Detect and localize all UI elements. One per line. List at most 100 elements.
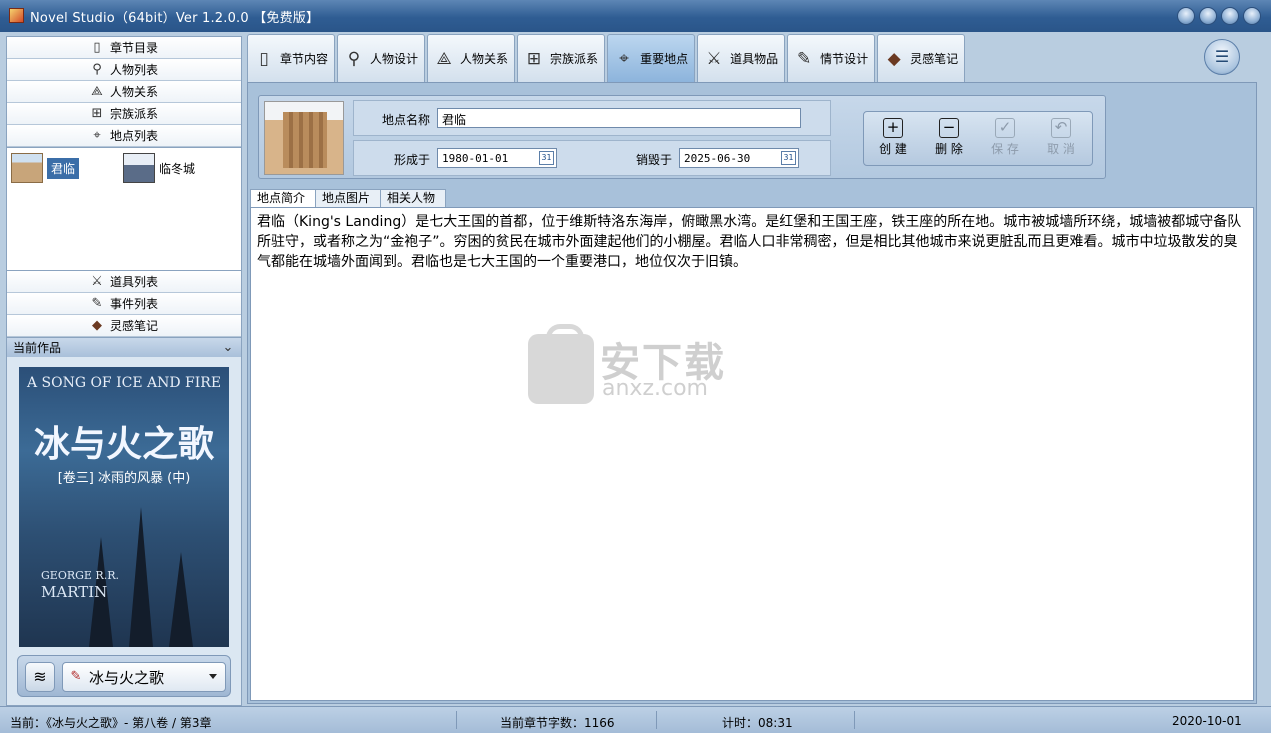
tab-label: 人物关系: [460, 52, 509, 66]
sidebar-item-label: 事件列表: [109, 297, 158, 311]
subtab-location-intro[interactable]: 地点简介: [250, 189, 317, 207]
relation-icon: ⟁: [91, 83, 103, 99]
tab-label: 章节内容: [280, 52, 329, 66]
work-selector-bar: ≋ ✎ 冰与火之歌: [17, 655, 231, 697]
tab-label: 人物设计: [370, 52, 419, 66]
calendar-icon[interactable]: 31: [539, 151, 554, 165]
destroyed-date-input[interactable]: 2025-06-30 31: [679, 148, 799, 168]
create-button[interactable]: + 创 建: [868, 118, 918, 157]
document-icon: ▯: [259, 48, 269, 69]
save-label: 保 存: [991, 142, 1019, 156]
book-cover: A SONG OF ICE AND FIRE 冰与火之歌 [卷三] 冰雨的风暴 …: [19, 367, 229, 647]
location-description-editor[interactable]: 君临（King's Landing）是七大王国的首都，位于维斯特洛东海岸，俯瞰黑…: [250, 207, 1254, 701]
hierarchy-icon: ⊞: [91, 105, 103, 121]
formed-date-label: 形成于: [394, 153, 431, 167]
action-toolbar: + 创 建 − 删 除 ✓ 保 存 ↶ 取 消: [863, 111, 1093, 166]
sidebar-item-relations[interactable]: ⟁ 人物关系: [7, 81, 241, 103]
cover-subtitle: [卷三] 冰雨的风暴 (中): [57, 471, 191, 486]
sidebar-item-events[interactable]: ✎ 事件列表: [7, 293, 241, 315]
save-button[interactable]: ✓ 保 存: [980, 118, 1030, 157]
tab-character-relations[interactable]: ⟁ 人物关系: [427, 34, 516, 82]
maximize-button[interactable]: [1221, 7, 1239, 25]
chevron-down-icon[interactable]: ⌄: [221, 340, 235, 355]
sidebar-item-label: 宗族派系: [109, 107, 158, 121]
status-divider: [656, 711, 657, 729]
status-current-chapter: 当前：《冰与火之歌》- 第八卷 / 第3章: [10, 716, 212, 730]
status-bar: 当前：《冰与火之歌》- 第八卷 / 第3章 当前章节字数：1166 计时：08:…: [0, 706, 1271, 733]
tab-label: 道具物品: [730, 52, 779, 66]
formed-date-input[interactable]: 1980-01-01 31: [437, 148, 557, 168]
edit-icon: ✎: [796, 48, 812, 69]
sidebar-item-factions[interactable]: ⊞ 宗族派系: [7, 103, 241, 125]
tab-chapter-content[interactable]: ▯ 章节内容: [247, 34, 336, 82]
location-name-label: 地点名称: [382, 113, 431, 127]
list-item-winterfell[interactable]: 临冬城: [123, 152, 195, 184]
notebook-icon: ◆: [91, 317, 102, 333]
current-work-header[interactable]: 当前作品 ⌄: [7, 337, 241, 357]
sidebar-item-locations[interactable]: ⌖ 地点列表: [7, 125, 241, 147]
close-button[interactable]: [1243, 7, 1261, 25]
location-name-input[interactable]: 君临: [437, 108, 801, 128]
main-panel: 地点名称 君临 形成于 1980-01-01 31 销毁于 2025-06-30…: [247, 82, 1257, 704]
main-tabs: ▯ 章节内容 ⚲ 人物设计 ⟁ 人物关系 ⊞ 宗族派系 ⌖ 重要地点 ⚔ 道具物…: [247, 34, 966, 82]
location-thumbnail: [11, 153, 43, 183]
app-logo-icon: [9, 8, 24, 23]
sidebar-item-label: 人物关系: [109, 85, 158, 99]
sidebar-item-chapters[interactable]: ▯ 章节目录: [7, 37, 241, 59]
location-pin-icon: ⌖: [619, 48, 629, 69]
sidebar-item-characters[interactable]: ⚲ 人物列表: [7, 59, 241, 81]
sidebar-item-items[interactable]: ⚔ 道具列表: [7, 271, 241, 293]
tab-label: 宗族派系: [550, 52, 599, 66]
title-bar: Novel Studio（64bit）Ver 1.2.0.0 【免费版】: [0, 0, 1271, 32]
tab-character-design[interactable]: ⚲ 人物设计: [337, 34, 426, 82]
current-work-label: 当前作品: [13, 341, 62, 355]
status-divider: [854, 711, 855, 729]
edit-icon: ✎: [70, 669, 82, 684]
sidebar-item-notes[interactable]: ◆ 灵感笔记: [7, 315, 241, 337]
menu-list-icon: ☰: [1214, 47, 1230, 66]
minus-icon: −: [939, 118, 959, 138]
name-field-group: 地点名称 君临: [353, 100, 831, 136]
location-form: 地点名称 君临 形成于 1980-01-01 31 销毁于 2025-06-30…: [258, 95, 1106, 179]
cover-series-title: A SONG OF ICE AND FIRE: [26, 375, 222, 391]
destroyed-date-label: 销毁于: [636, 153, 673, 167]
document-icon: ▯: [93, 39, 101, 55]
watermark-url: anxz.com: [602, 376, 708, 401]
minimize-button[interactable]: [1199, 7, 1217, 25]
tab-items[interactable]: ⚔ 道具物品: [697, 34, 786, 82]
subtab-related-characters[interactable]: 相关人物: [380, 189, 447, 207]
sidebar: ▯ 章节目录 ⚲ 人物列表 ⟁ 人物关系 ⊞ 宗族派系 ⌖ 地点列表 君临 临冬…: [6, 36, 242, 706]
layers-button[interactable]: ≋: [25, 662, 55, 692]
subtab-location-images[interactable]: 地点图片: [315, 189, 382, 207]
detail-subtabs: 地点简介 地点图片 相关人物: [250, 189, 447, 207]
status-word-count: 当前章节字数：1166: [500, 716, 615, 730]
calendar-icon[interactable]: 31: [781, 151, 796, 165]
hierarchy-icon: ⊞: [526, 48, 542, 69]
tab-label: 灵感笔记: [910, 52, 959, 66]
tab-important-locations[interactable]: ⌖ 重要地点: [607, 34, 696, 82]
tab-plot-design[interactable]: ✎ 情节设计: [787, 34, 876, 82]
date-field-group: 形成于 1980-01-01 31 销毁于 2025-06-30 31: [353, 140, 831, 176]
window-title: Novel Studio（64bit）Ver 1.2.0.0 【免费版】: [30, 11, 320, 26]
status-timer: 计时：08:31: [722, 716, 793, 730]
create-label: 创 建: [879, 142, 907, 156]
cover-art: [169, 552, 193, 647]
list-item-kings-landing[interactable]: 君临: [11, 152, 80, 184]
delete-button[interactable]: − 删 除: [924, 118, 974, 157]
work-select[interactable]: ✎ 冰与火之歌: [62, 662, 226, 692]
undo-icon: ↶: [1051, 118, 1071, 138]
window-controls: [1177, 7, 1261, 25]
relation-icon: ⟁: [436, 48, 452, 69]
help-button[interactable]: [1177, 7, 1195, 25]
tab-notes[interactable]: ◆ 灵感笔记: [877, 34, 966, 82]
location-pin-icon: ⌖: [93, 127, 101, 143]
location-photo[interactable]: [264, 101, 344, 175]
location-thumbnail: [123, 153, 155, 183]
sidebar-item-label: 地点列表: [109, 129, 158, 143]
formed-date-value: 1980-01-01: [442, 152, 509, 165]
sidebar-item-label: 道具列表: [109, 275, 158, 289]
plus-icon: +: [883, 118, 903, 138]
tab-factions[interactable]: ⊞ 宗族派系: [517, 34, 606, 82]
menu-button[interactable]: ☰: [1204, 39, 1240, 75]
cancel-button[interactable]: ↶ 取 消: [1036, 118, 1086, 157]
